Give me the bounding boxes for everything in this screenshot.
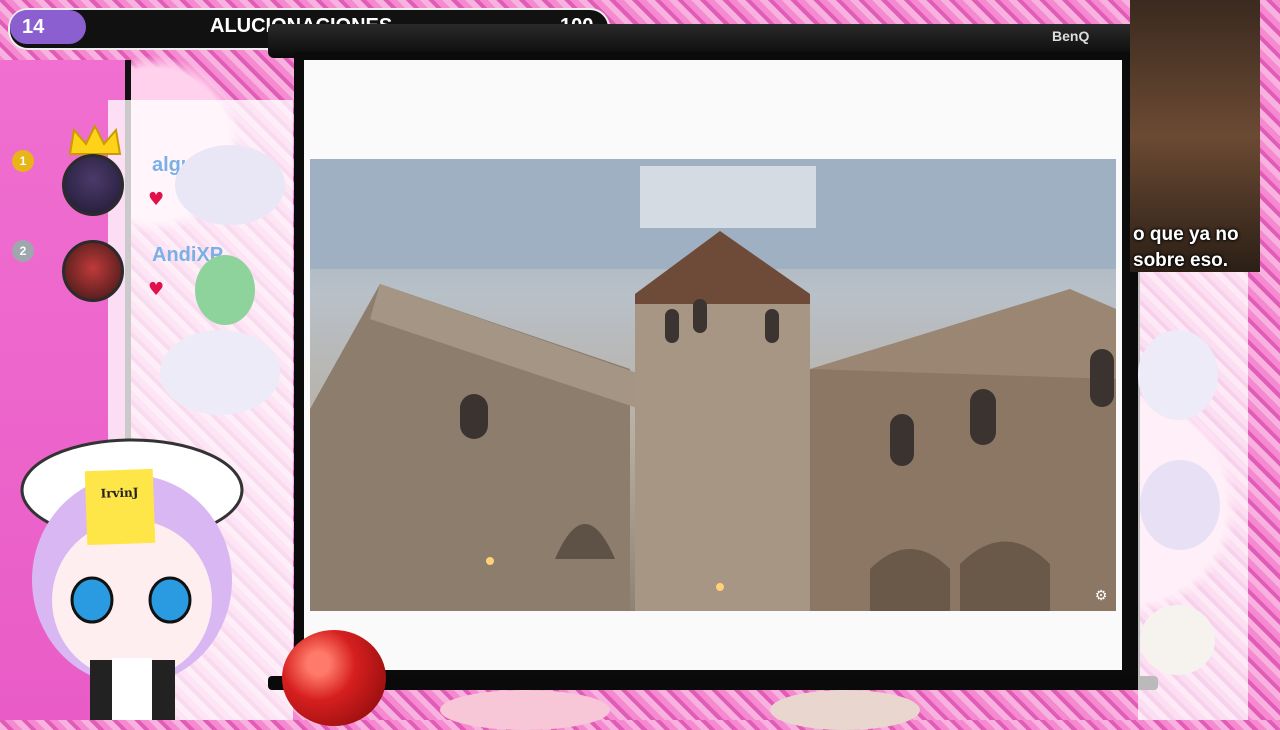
avatar <box>62 154 124 216</box>
projector-bottom-bar <box>268 676 1158 690</box>
pusheen-sticker <box>440 690 610 730</box>
penguin-sticker <box>160 330 280 415</box>
avatar <box>62 240 124 302</box>
crown-icon <box>68 124 122 155</box>
projector-brand: BenQ <box>1052 28 1090 44</box>
video-settings-icon[interactable]: ⚙ <box>1092 587 1110 605</box>
webcam-subtitle-line1: o que ya no <box>1133 224 1239 245</box>
heart-icon: ♥ <box>148 279 165 300</box>
hamster-sticker <box>1140 605 1215 675</box>
penguin-sticker <box>1140 460 1220 550</box>
rank-1-medal-icon: 1 <box>12 150 34 172</box>
heart-icon: ♥ <box>148 189 165 210</box>
penguin-sticker <box>1138 330 1218 420</box>
video-overlay-card <box>640 166 816 228</box>
level-badge: 14 <box>10 10 86 44</box>
webcam-subtitle: o que ya no sobre eso. <box>1133 222 1261 274</box>
penguin-sticker <box>175 145 285 225</box>
tomato-sticker <box>282 630 386 726</box>
webcam-subtitle-line2: sobre eso. <box>1133 250 1229 271</box>
pusheen-sticker <box>770 690 920 730</box>
rank-2-medal-icon: 2 <box>12 240 34 262</box>
sticky-note: IrvinJ <box>84 468 156 546</box>
squidward-sticker <box>195 255 255 325</box>
